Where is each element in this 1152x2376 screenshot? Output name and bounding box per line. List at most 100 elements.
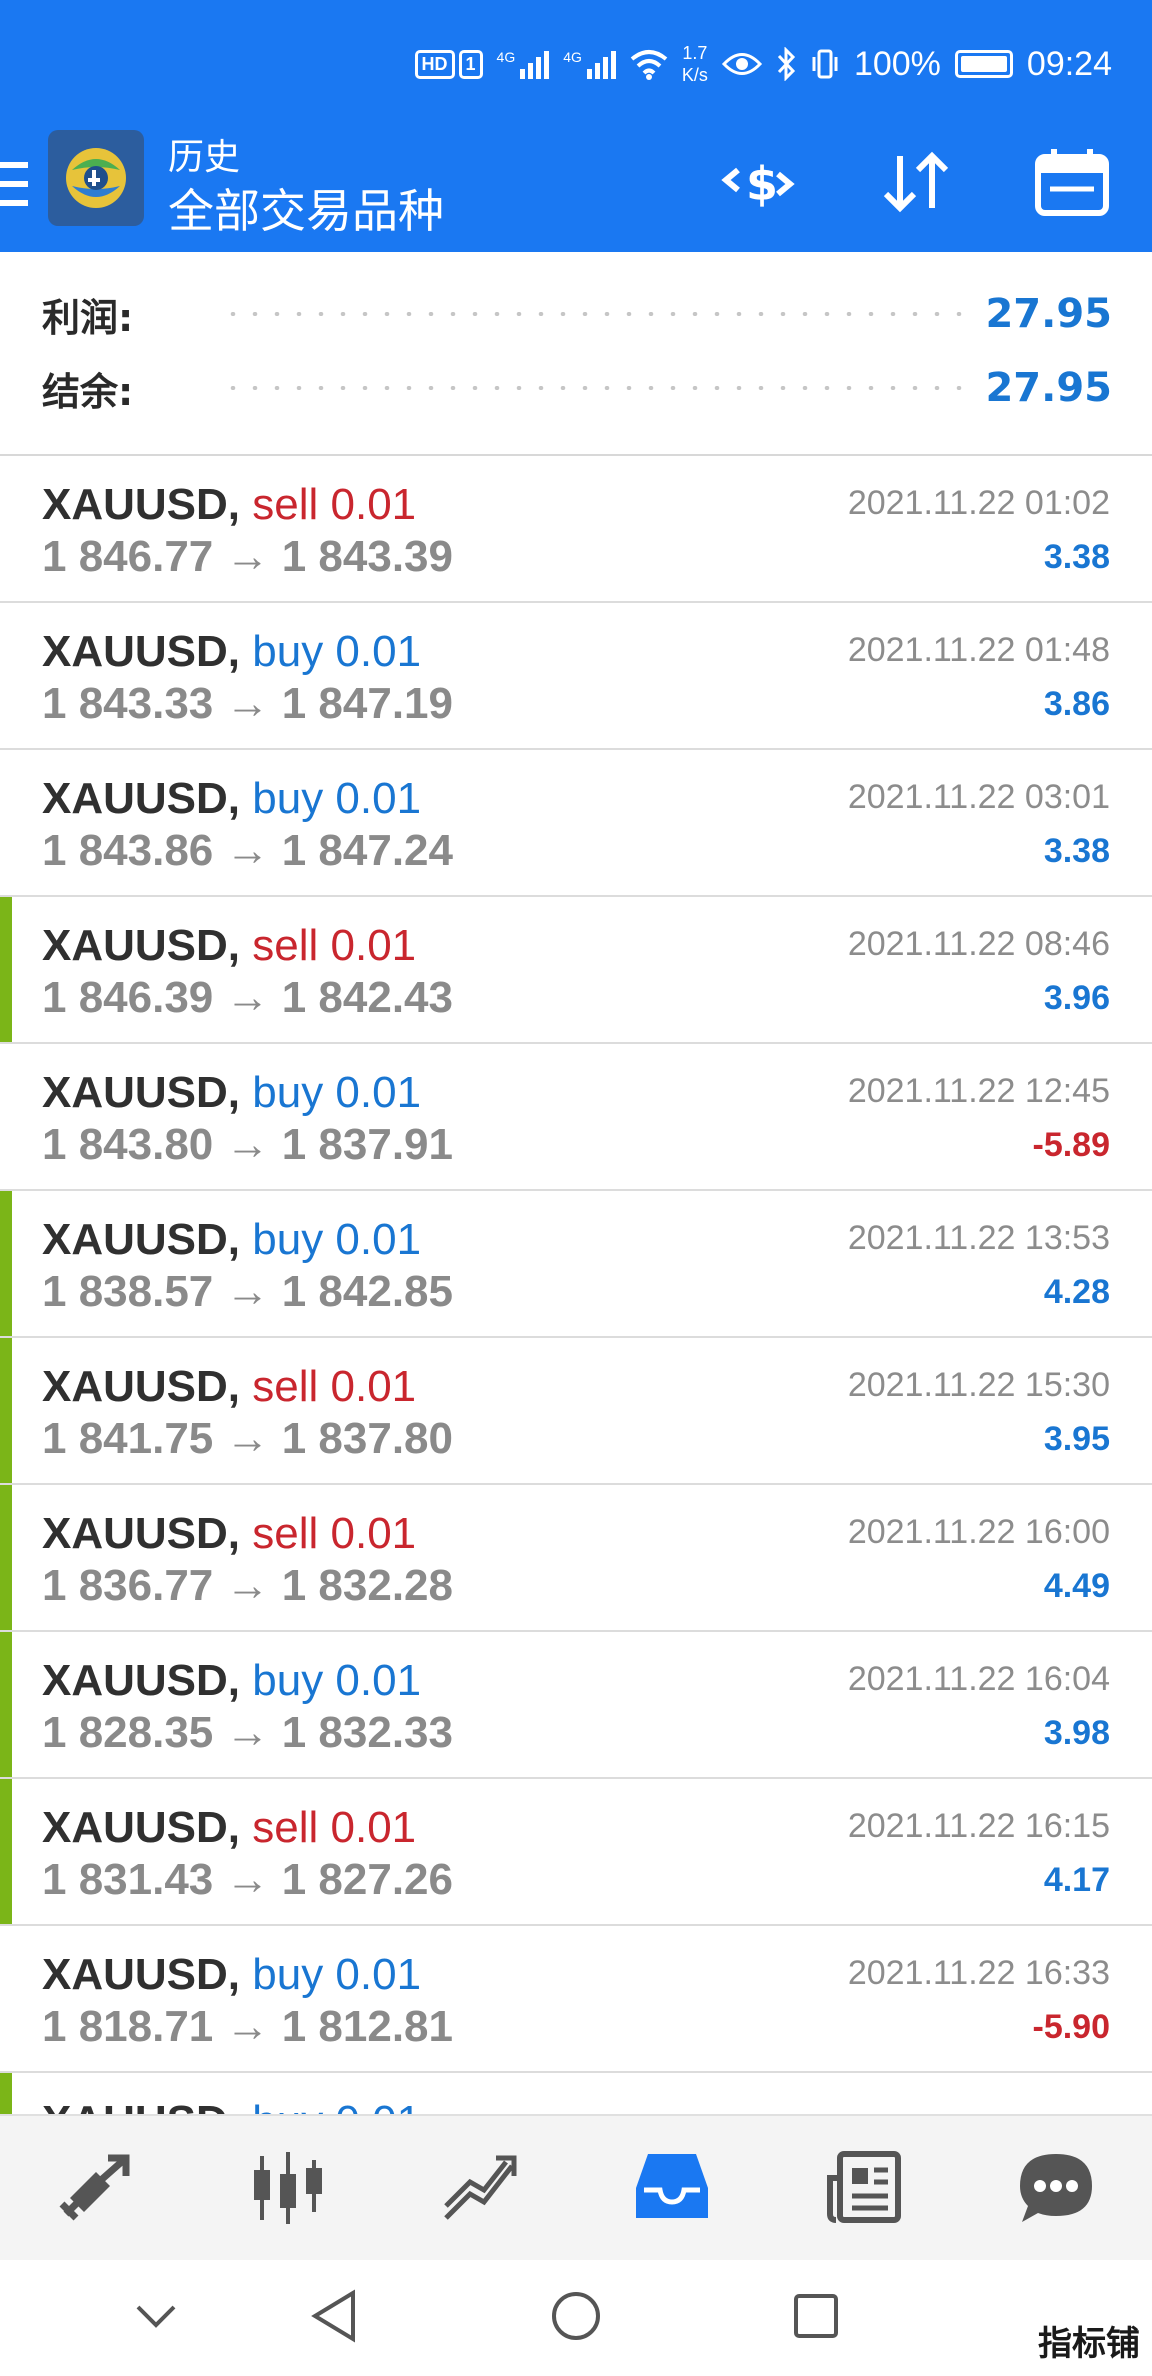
- messages-icon: [1020, 2154, 1092, 2222]
- nav-news[interactable]: [768, 2116, 960, 2260]
- dotted-leader: [222, 312, 964, 316]
- trade-row[interactable]: XAUUSD, sell 0.01 1 846.39 → 1 842.43 2021…: [0, 897, 1152, 1044]
- trade-row[interactable]: XAUUSD, sell 0.01 1 831.43 → 1 827.26 2021…: [0, 1779, 1152, 1926]
- trade-row[interactable]: XAUUSD, buy 0.01 1 838.57 → 1 842.85 2021.…: [0, 1191, 1152, 1338]
- nav-quotes[interactable]: [0, 2116, 192, 2260]
- balance-row: 结余: 27.95: [42, 358, 1112, 418]
- trade-row[interactable]: XAUUSD, sell 0.01 1 836.77 → 1 832.28 2021…: [0, 1485, 1152, 1632]
- quotes-icon: [59, 2154, 130, 2221]
- trade-time: 2021.11.22 08:46: [847, 925, 1110, 963]
- trade-icon: [444, 2155, 517, 2220]
- trade-prices: 1 843.86 → 1 847.24: [42, 826, 453, 875]
- trade-title: XAUUSD, sell 0.01: [42, 1509, 416, 1559]
- trade-row[interactable]: XAUUSD, buy 0.01 1 843.33 → 1 847.19 2021.…: [0, 603, 1152, 750]
- trade-prices: 1 841.75 → 1 837.80: [42, 1414, 453, 1463]
- profit-value: 27.95: [985, 291, 1112, 337]
- trade-title: XAUUSD, sell 0.01: [42, 480, 416, 530]
- trade-symbol: XAUUSD,: [42, 1950, 241, 1999]
- trade-time: 2021.11.22 01:02: [847, 484, 1110, 522]
- back-button[interactable]: [302, 2284, 366, 2348]
- watermark: 指标铺: [1038, 2324, 1140, 2364]
- trade-prices: 1 818.71 → 1 812.81: [42, 2002, 453, 2051]
- trade-side: buy 0.01: [252, 627, 422, 676]
- history-summary: 利润: 27.95 结余: 27.95: [0, 252, 1152, 456]
- trade-title: XAUUSD, buy 0.01: [42, 1656, 421, 1706]
- menu-icon[interactable]: [0, 162, 30, 206]
- trade-profit: -5.90: [1032, 2008, 1111, 2046]
- app-logo: [48, 130, 144, 226]
- nav-chart[interactable]: [192, 2116, 384, 2260]
- calendar-icon[interactable]: [1034, 144, 1110, 220]
- trade-profit: 4.28: [1043, 1273, 1110, 1311]
- trade-title: XAUUSD, buy 0.01: [42, 2097, 421, 2114]
- currency-exchange-icon[interactable]: $: [720, 144, 796, 220]
- trade-symbol: XAUUSD,: [42, 1362, 241, 1411]
- trade-side: sell 0.01: [252, 1509, 417, 1558]
- collapse-button[interactable]: [124, 2284, 188, 2348]
- status-icons: HD 1 4G 4G 1.7 K/s 100% 09:24: [414, 42, 1112, 86]
- sort-icon[interactable]: [878, 144, 954, 220]
- trade-title: XAUUSD, buy 0.01: [42, 1068, 421, 1118]
- trade-side: sell 0.01: [252, 1803, 417, 1852]
- trade-prices: 1 846.77 → 1 843.39: [42, 532, 453, 581]
- eye-icon: [721, 53, 762, 75]
- trade-symbol: XAUUSD,: [42, 1803, 241, 1852]
- trade-row[interactable]: XAUUSD, buy 0.01 1 843.86 → 1 847.24 2021.…: [0, 750, 1152, 897]
- news-icon: [827, 2151, 901, 2223]
- trade-prices: 1 831.43 → 1 827.26: [42, 1855, 453, 1904]
- trade-title: XAUUSD, sell 0.01: [42, 1803, 416, 1853]
- trade-row[interactable]: XAUUSD, sell 0.01 1 841.75 → 1 837.80 2021…: [0, 1338, 1152, 1485]
- trade-row[interactable]: XAUUSD, buy 0.01 1 818.71 → 1 812.81 2021.…: [0, 1926, 1152, 2073]
- trade-list[interactable]: XAUUSD, sell 0.01 1 846.77 → 1 843.39 2021…: [0, 456, 1152, 2114]
- trade-profit: 4.49: [1043, 1567, 1110, 1605]
- trade-row[interactable]: XAUUSD, sell 0.01 1 846.77 → 1 843.39 2021…: [0, 456, 1152, 603]
- system-navigation: 指标铺: [0, 2260, 1152, 2376]
- trade-row[interactable]: XAUUSD, buy 0.01 1 828.35 → 1 832.33 2021.…: [0, 1632, 1152, 1779]
- signal-icon: 4G: [497, 49, 550, 79]
- network-speed: 1.7 K/s: [681, 43, 708, 85]
- trade-side: buy 0.01: [252, 1215, 422, 1264]
- trade-title: XAUUSD, buy 0.01: [42, 1215, 421, 1265]
- trade-title: XAUUSD, buy 0.01: [42, 627, 421, 677]
- balance-label: 结余:: [42, 369, 134, 414]
- trade-side: buy 0.01: [252, 1950, 422, 1999]
- trade-side: sell 0.01: [252, 921, 417, 970]
- trade-profit: 4.17: [1043, 1861, 1110, 1899]
- trade-profit: -5.89: [1032, 1126, 1111, 1164]
- trade-symbol: XAUUSD,: [42, 1509, 241, 1558]
- trade-time: 2021.11.22 12:45: [847, 1072, 1110, 1110]
- back-triangle-icon: [311, 2289, 355, 2343]
- status-bar: HD 1 4G 4G 1.7 K/s 100% 09:24: [0, 0, 1152, 130]
- trade-side: buy 0.01: [252, 1656, 422, 1705]
- symbol-filter[interactable]: 全部交易品种: [168, 175, 444, 241]
- trade-side: buy 0.01: [252, 774, 422, 823]
- trade-time: 2021.11.22 16:33: [847, 1954, 1110, 1992]
- profit-row: 利润: 27.95: [42, 284, 1112, 344]
- trade-time: 2021.11.22 16:15: [847, 1807, 1110, 1845]
- trade-time: 2021.11.22 03:01: [847, 778, 1110, 816]
- trade-prices: 1 828.35 → 1 832.33: [42, 1708, 453, 1757]
- wifi-icon: [630, 50, 668, 80]
- trade-side: buy 0.01: [252, 1068, 422, 1117]
- trade-row[interactable]: XAUUSD, buy 0.01 1 843.80 → 1 837.91 2021.…: [0, 1044, 1152, 1191]
- bluetooth-icon: [777, 47, 796, 81]
- nav-messages[interactable]: [960, 2116, 1152, 2260]
- trade-profit: 3.38: [1043, 832, 1110, 870]
- page-title: 历史: [168, 137, 241, 178]
- signal-icon-2: 4G: [563, 49, 616, 79]
- profit-label: 利润:: [42, 295, 134, 340]
- balance-value: 27.95: [985, 365, 1112, 411]
- battery-percent: 100%: [853, 44, 941, 83]
- recents-button[interactable]: [784, 2284, 848, 2348]
- trade-symbol: XAUUSD,: [42, 627, 241, 676]
- recents-square-icon: [794, 2294, 838, 2338]
- nav-history[interactable]: [576, 2116, 768, 2260]
- vibrate-icon: [812, 49, 838, 79]
- dotted-leader: [222, 386, 964, 390]
- trade-time: 2021.11.22 13:53: [847, 1219, 1110, 1257]
- trade-side: sell 0.01: [252, 480, 417, 529]
- trade-prices: 1 843.33 → 1 847.19: [42, 679, 453, 728]
- trade-row[interactable]: XAUUSD, buy 0.01: [0, 2073, 1152, 2114]
- nav-trade[interactable]: [384, 2116, 576, 2260]
- home-button[interactable]: [544, 2284, 608, 2348]
